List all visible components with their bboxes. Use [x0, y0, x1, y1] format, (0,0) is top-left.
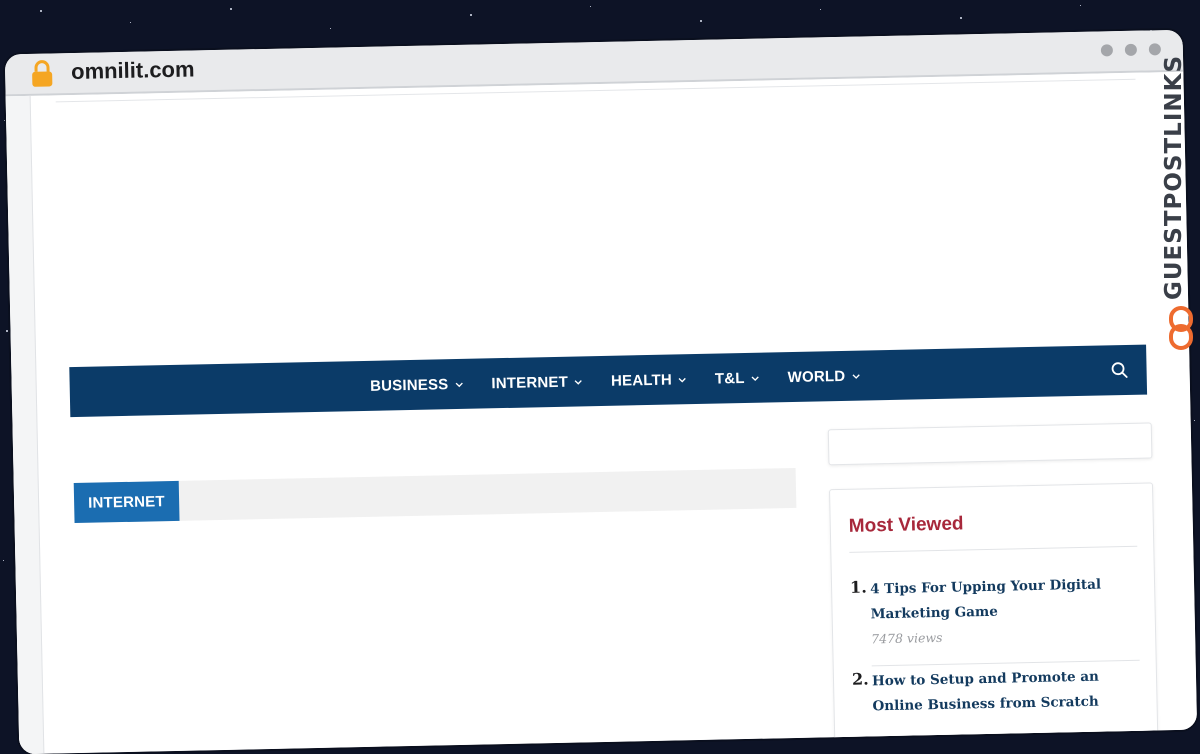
widget-title: Most Viewed: [848, 513, 964, 537]
window-dot[interactable]: [1124, 43, 1138, 56]
search-icon[interactable]: [1110, 361, 1128, 379]
nav-item-label: WORLD: [787, 367, 846, 386]
left-gutter: [5, 95, 45, 754]
most-viewed-widget: Most Viewed 1. 4 Tips For Upping Your Di…: [829, 482, 1159, 752]
nav-item-internet[interactable]: INTERNET: [491, 373, 583, 392]
list-item: 1. 4 Tips For Upping Your Digital Market…: [850, 572, 1140, 667]
address-bar-url[interactable]: omnilit.com: [71, 56, 195, 85]
chevron-down-icon: [751, 375, 759, 381]
chain-link-icon: [1169, 306, 1193, 350]
section-header: INTERNET: [73, 467, 797, 524]
nav-menu: BUSINESS INTERNET HEALTH T&L WORLD: [356, 367, 860, 395]
nav-item-label: BUSINESS: [369, 375, 449, 395]
window-dot[interactable]: [1100, 44, 1114, 57]
nav-item-health[interactable]: HEALTH: [610, 371, 687, 390]
chevron-down-icon: [574, 379, 583, 385]
nav-item-tl[interactable]: T&L: [715, 369, 760, 387]
page-content: BUSINESS INTERNET HEALTH T&L WORLD INTER…: [5, 71, 1198, 754]
nav-item-world[interactable]: WORLD: [787, 367, 860, 386]
nav-item-label: INTERNET: [491, 373, 569, 392]
chevron-down-icon: [678, 377, 686, 383]
main-navigation: BUSINESS INTERNET HEALTH T&L WORLD: [69, 344, 1148, 418]
sidebar-search-box[interactable]: [827, 422, 1153, 466]
section-tag[interactable]: INTERNET: [73, 480, 180, 524]
browser-window: omnilit.com BUSINESS INTERNET HEALTH T&L…: [4, 29, 1198, 754]
browser-scene: omnilit.com BUSINESS INTERNET HEALTH T&L…: [0, 0, 1200, 754]
widget-divider: [849, 545, 1138, 553]
list-item-views: 7478 views: [870, 629, 943, 647]
nav-item-business[interactable]: BUSINESS: [370, 375, 464, 394]
chevron-down-icon: [455, 382, 463, 387]
list-item-link[interactable]: 4 Tips For Upping Your Digital Marketing…: [870, 572, 1131, 627]
chevron-down-icon: [852, 373, 860, 379]
list-item-number: 2.: [851, 669, 869, 689]
list-item-number: 1.: [849, 577, 867, 597]
lock-icon: [32, 60, 53, 87]
nav-item-label: T&L: [714, 369, 745, 388]
window-dot[interactable]: [1148, 43, 1161, 56]
window-controls: [1100, 43, 1161, 57]
nav-item-label: HEALTH: [610, 371, 673, 390]
watermark-text: GUESTPOSTLINKS: [1161, 54, 1187, 300]
list-item-link[interactable]: How to Setup and Promote an Online Busin…: [872, 664, 1153, 720]
